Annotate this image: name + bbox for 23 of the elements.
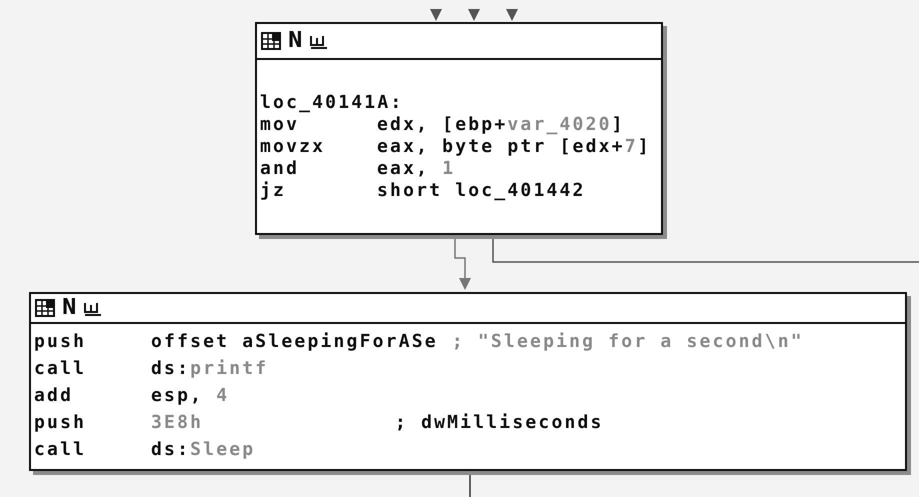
instruction-mnemonic: add xyxy=(34,384,74,408)
instruction-operand: esp, 4 xyxy=(151,385,230,406)
instruction-mnemonic: call xyxy=(34,438,88,462)
rename-button[interactable]: N xyxy=(62,297,77,319)
instruction-mnemonic: movzx xyxy=(260,136,326,158)
instruction-mnemonic: and xyxy=(260,158,300,180)
instruction-operand: ds:printf xyxy=(151,358,268,379)
instruction-mnemonic: jz xyxy=(260,180,288,202)
code-comment: ; dwMilliseconds xyxy=(395,412,604,433)
instruction-mnemonic: push xyxy=(34,330,88,354)
instruction-operand: eax, 1 xyxy=(377,158,456,179)
rename-button[interactable]: N xyxy=(288,30,303,52)
instruction-operand: eax, byte ptr [edx+7] xyxy=(377,136,651,157)
code-label: loc_40141A: xyxy=(260,92,404,114)
instruction-mnemonic: push xyxy=(34,411,88,435)
instruction-mnemonic: call xyxy=(34,357,88,381)
instruction-operand: 3E8h xyxy=(151,412,204,433)
instruction-operand: edx, [ebp+var_4020] xyxy=(377,114,625,135)
instruction-operand: ds:Sleep xyxy=(151,439,256,460)
instruction-operand: offset aSleepingForASe xyxy=(151,331,438,352)
instruction-mnemonic: mov xyxy=(260,114,300,136)
code-comment: ; "Sleeping for a second\n" xyxy=(452,331,804,352)
instruction-operand: short loc_401442 xyxy=(377,180,586,201)
